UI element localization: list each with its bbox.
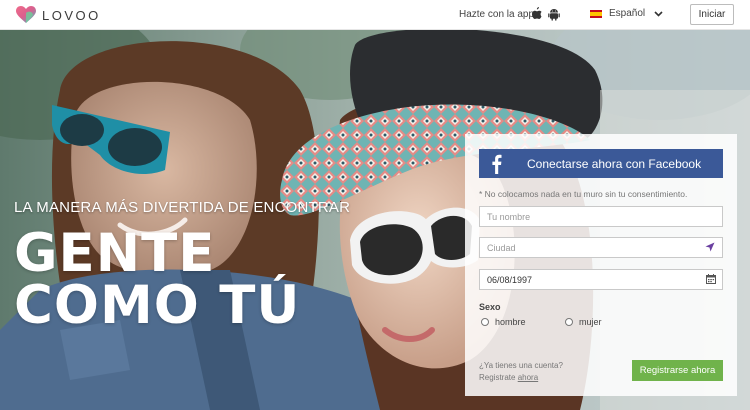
spain-flag-icon (590, 9, 602, 18)
city-field (479, 237, 723, 258)
name-input[interactable] (479, 206, 723, 227)
radio-female-label: mujer (579, 317, 602, 327)
logo-text: LOVOO (42, 7, 101, 23)
location-arrow-icon[interactable] (705, 242, 715, 252)
language-selector[interactable]: Español (590, 8, 663, 19)
radio-male-circle[interactable] (481, 318, 489, 326)
birthdate-input[interactable] (479, 269, 723, 290)
radio-female-circle[interactable] (565, 318, 573, 326)
radio-female[interactable]: mujer (565, 317, 602, 327)
radio-male-label: hombre (495, 317, 526, 327)
apple-icon[interactable] (531, 7, 543, 20)
logo[interactable]: LOVOO (16, 6, 101, 24)
login-button[interactable]: Iniciar (690, 4, 734, 25)
get-app-text: Hazte con la app (459, 9, 535, 20)
heart-logo-icon (16, 6, 36, 23)
account-line: Registrate ahora (479, 372, 563, 384)
facebook-connect-label: Conectarse ahora con Facebook (527, 156, 702, 171)
privacy-note: * No colocamos nada en tu muro sin tu co… (479, 189, 688, 199)
facebook-connect-button[interactable]: Conectarse ahora con Facebook (479, 149, 723, 178)
existing-account-text: ¿Ya tienes una cuenta? Registrate ahora (479, 360, 563, 384)
hero-headline: GENTE COMO TÚ (14, 223, 301, 336)
headline-line-2: COMO TÚ (14, 275, 301, 336)
calendar-icon[interactable] (706, 274, 716, 284)
hero-tagline: LA MANERA MÁS DIVERTIDA DE ENCONTRAR (14, 199, 351, 216)
birthdate-field (479, 269, 723, 290)
account-question: ¿Ya tienes una cuenta? (479, 361, 563, 370)
headline-line-1: GENTE (14, 223, 216, 284)
account-prefix: Registrate (479, 373, 516, 382)
facebook-icon (492, 154, 502, 174)
language-label: Español (609, 8, 646, 19)
android-icon[interactable] (548, 8, 560, 21)
registration-panel: Conectarse ahora con Facebook * No coloc… (465, 134, 737, 396)
top-bar: LOVOO Hazte con la app Español Iniciar (0, 0, 750, 30)
register-button[interactable]: Registrarse ahora (632, 360, 723, 381)
city-input[interactable] (479, 237, 723, 258)
account-link[interactable]: ahora (518, 373, 538, 382)
chevron-down-icon (654, 10, 663, 17)
sex-label: Sexo (479, 302, 501, 312)
radio-male[interactable]: hombre (481, 317, 526, 327)
